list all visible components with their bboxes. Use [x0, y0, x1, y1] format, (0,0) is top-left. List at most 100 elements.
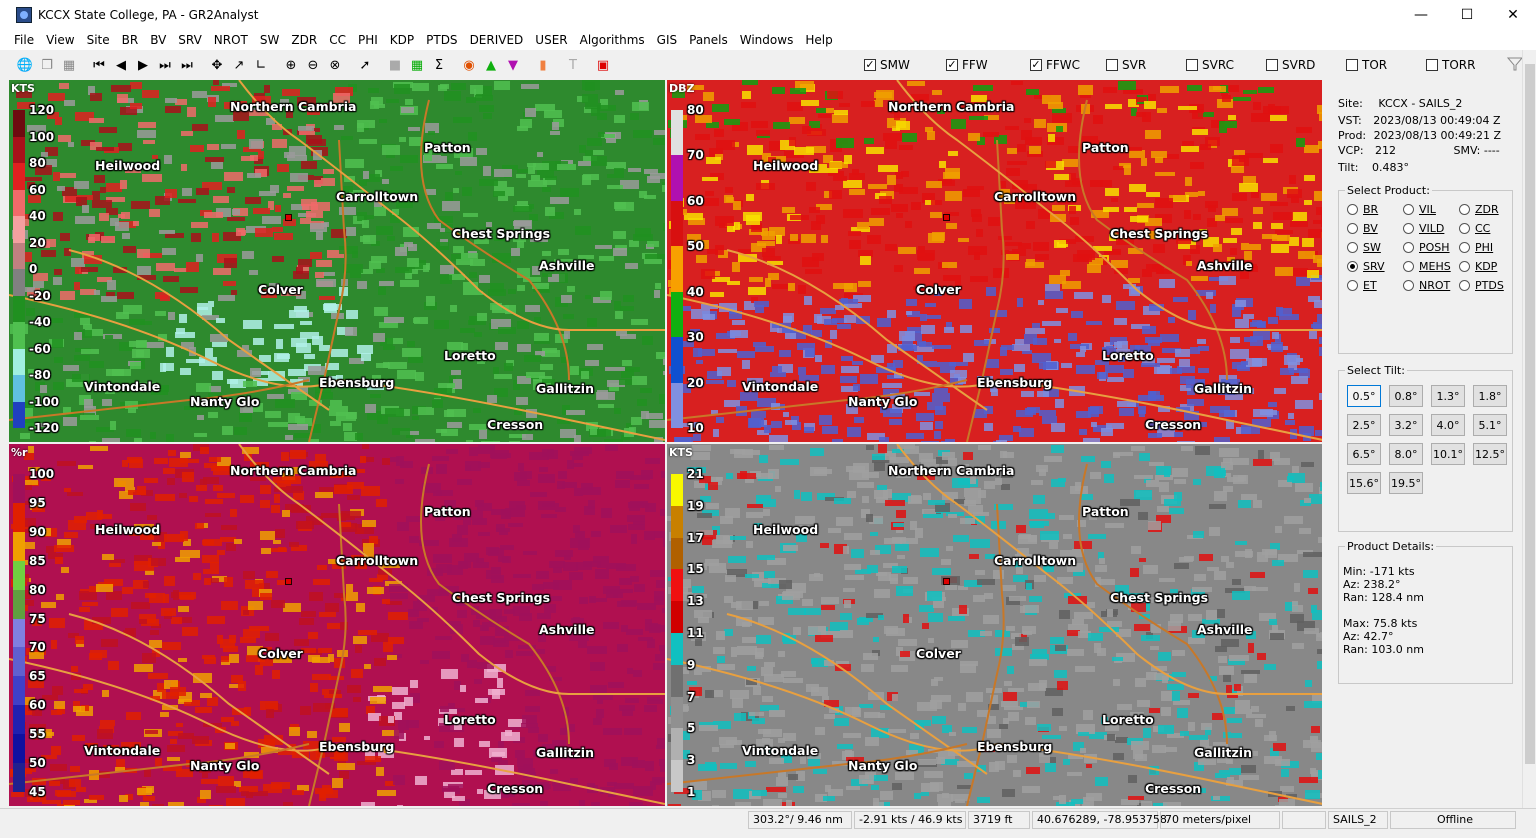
warning-svr-checkbox[interactable]: SVR — [1106, 58, 1146, 72]
checkbox-box[interactable] — [1426, 59, 1438, 71]
product-radio-phi[interactable]: PHI — [1459, 241, 1493, 254]
menu-phi[interactable]: PHI — [352, 30, 384, 50]
checkbox-box[interactable] — [1346, 59, 1358, 71]
menu-bv[interactable]: BV — [144, 30, 172, 50]
first-frame-icon[interactable]: ⏮ — [89, 55, 109, 75]
product-radio-mehs[interactable]: MEHS — [1403, 260, 1451, 273]
radio-dot[interactable] — [1347, 261, 1358, 272]
product-radio-br[interactable]: BR — [1347, 203, 1378, 216]
tilt-button[interactable]: 4.0° — [1431, 414, 1465, 436]
checkbox-box[interactable] — [1106, 59, 1118, 71]
product-radio-sw[interactable]: SW — [1347, 241, 1381, 254]
menu-gis[interactable]: GIS — [651, 30, 683, 50]
tilt-button[interactable]: 5.1° — [1473, 414, 1507, 436]
radio-dot[interactable] — [1403, 242, 1414, 253]
cross-section-icon[interactable]: ∟ — [251, 55, 271, 75]
checkbox-box[interactable] — [1186, 59, 1198, 71]
checkbox-box[interactable] — [1266, 59, 1278, 71]
storm-marker-icon[interactable] — [943, 214, 950, 221]
radio-dot[interactable] — [1459, 223, 1470, 234]
sigma-icon[interactable]: Σ — [429, 55, 449, 75]
color-table-icon[interactable]: ▮ — [533, 55, 553, 75]
radio-dot[interactable] — [1403, 204, 1414, 215]
radio-dot[interactable] — [1403, 280, 1414, 291]
radar-panel-cc[interactable]: %r 100 95 90 85 80 75 70 65 60 55 50 45 Northern Camb… — [9, 444, 665, 806]
warning-torr-checkbox[interactable]: TORR — [1426, 58, 1475, 72]
filter-icon[interactable] — [1507, 56, 1523, 72]
radar-panel-srv[interactable]: KTS 120 100 80 60 40 20 0 -20 -40 -60 -80 -100 -120 No… — [9, 80, 665, 442]
menu-ptds[interactable]: PTDS — [420, 30, 463, 50]
product-radio-et[interactable]: ET — [1347, 279, 1377, 292]
menu-zdr[interactable]: ZDR — [285, 30, 323, 50]
radar-panel-reflectivity[interactable]: DBZ 80 70 60 50 40 30 20 10 Northern Cambria Heilw… — [667, 80, 1322, 442]
radio-dot[interactable] — [1459, 280, 1470, 291]
radio-dot[interactable] — [1347, 280, 1358, 291]
menu-srv[interactable]: SRV — [172, 30, 208, 50]
triangle-down-icon[interactable]: ▼ — [503, 55, 523, 75]
menu-nrot[interactable]: NROT — [208, 30, 254, 50]
menu-panels[interactable]: Panels — [683, 30, 734, 50]
radio-dot[interactable] — [1347, 223, 1358, 234]
text-icon[interactable]: T — [563, 55, 583, 75]
tilt-button[interactable]: 1.3° — [1431, 385, 1465, 407]
tilt-button[interactable]: 12.5° — [1473, 443, 1507, 465]
product-radio-zdr[interactable]: ZDR — [1459, 203, 1499, 216]
product-radio-vild[interactable]: VILD — [1403, 222, 1444, 235]
storm-marker-icon[interactable] — [285, 578, 292, 585]
tilt-button[interactable]: 1.8° — [1473, 385, 1507, 407]
product-radio-ptds[interactable]: PTDS — [1459, 279, 1504, 292]
menu-site[interactable]: Site — [81, 30, 116, 50]
checkbox-box[interactable]: ✓ — [946, 59, 958, 71]
menu-view[interactable]: View — [40, 30, 80, 50]
measure-icon[interactable]: ↗ — [229, 55, 249, 75]
last-frame-icon[interactable]: ⏭ — [177, 55, 197, 75]
product-radio-cc[interactable]: CC — [1459, 222, 1490, 235]
zoom-out-icon[interactable]: ⊖ — [303, 55, 323, 75]
tilt-button[interactable]: 6.5° — [1347, 443, 1381, 465]
play-icon[interactable]: ▶ — [133, 55, 153, 75]
product-radio-vil[interactable]: VIL — [1403, 203, 1436, 216]
maximize-button[interactable]: ☐ — [1444, 0, 1490, 30]
radio-dot[interactable] — [1459, 261, 1470, 272]
radio-dot[interactable] — [1347, 242, 1358, 253]
pan-icon[interactable]: ✥ — [207, 55, 227, 75]
tilt-button[interactable]: 0.5° — [1347, 385, 1381, 407]
zoom-in-icon[interactable]: ⊕ — [281, 55, 301, 75]
zoom-reset-icon[interactable]: ⊗ — [325, 55, 345, 75]
menu-sw[interactable]: SW — [254, 30, 285, 50]
warning-smw-checkbox[interactable]: ✓ SMW — [864, 58, 910, 72]
triangle-up-icon[interactable]: ▲ — [481, 55, 501, 75]
checkbox-box[interactable]: ✓ — [1030, 59, 1042, 71]
tilt-button[interactable]: 2.5° — [1347, 414, 1381, 436]
menu-br[interactable]: BR — [116, 30, 145, 50]
copy-icon[interactable]: ❐ — [37, 55, 57, 75]
product-radio-posh[interactable]: POSH — [1403, 241, 1450, 254]
radio-dot[interactable] — [1403, 261, 1414, 272]
tilt-button[interactable]: 15.6° — [1347, 472, 1381, 494]
scrollbar-thumb[interactable] — [1525, 64, 1535, 764]
menu-help[interactable]: Help — [799, 30, 838, 50]
radio-dot[interactable] — [1459, 204, 1470, 215]
menu-user[interactable]: USER — [529, 30, 573, 50]
warning-ffw-checkbox[interactable]: ✓ FFW — [946, 58, 988, 72]
cursor-icon[interactable]: ➚ — [355, 55, 375, 75]
tilt-button[interactable]: 10.1° — [1431, 443, 1465, 465]
product-radio-nrot[interactable]: NROT — [1403, 279, 1450, 292]
product-radio-srv[interactable]: SRV — [1347, 260, 1385, 273]
storm-marker-icon[interactable] — [943, 578, 950, 585]
menu-file[interactable]: File — [8, 30, 40, 50]
checkbox-box[interactable]: ✓ — [864, 59, 876, 71]
grid-icon[interactable]: ▦ — [407, 55, 427, 75]
storm-marker-icon[interactable] — [285, 214, 292, 221]
globe-icon[interactable]: 🌐 — [15, 55, 35, 75]
stop-icon[interactable]: ■ — [385, 55, 405, 75]
storm-icon[interactable]: ◉ — [459, 55, 479, 75]
radio-dot[interactable] — [1403, 223, 1414, 234]
menu-windows[interactable]: Windows — [734, 30, 800, 50]
tilt-button[interactable]: 8.0° — [1389, 443, 1423, 465]
radio-dot[interactable] — [1459, 242, 1470, 253]
layers-icon[interactable]: ▦ — [59, 55, 79, 75]
warning-svrc-checkbox[interactable]: SVRC — [1186, 58, 1234, 72]
warning-tor-checkbox[interactable]: TOR — [1346, 58, 1387, 72]
warning-svrd-checkbox[interactable]: SVRD — [1266, 58, 1315, 72]
